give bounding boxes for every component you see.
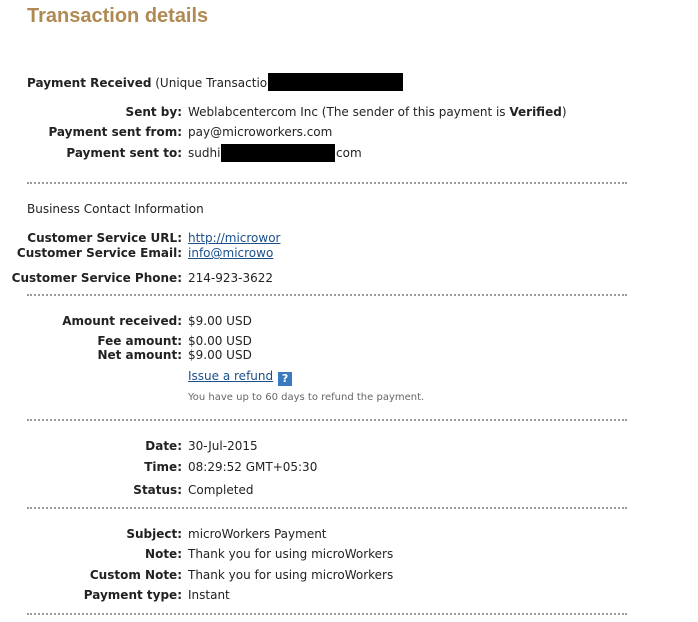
custom-note-label: Custom Note:: [89, 568, 182, 582]
sent-to-label: Payment sent to:: [66, 146, 182, 160]
redacted-email: [221, 144, 335, 162]
sent-to-suffix: com: [336, 146, 362, 160]
payment-received-label: Payment Received: [27, 76, 152, 90]
payment-type-value: Instant: [188, 588, 230, 602]
customer-service-email-link[interactable]: info@microwo: [188, 246, 273, 260]
divider: [27, 419, 627, 421]
customer-service-url-link[interactable]: http://microwor: [188, 231, 280, 245]
sent-from-value: pay@microworkers.com: [188, 125, 333, 139]
page-title: Transaction details: [27, 5, 209, 27]
payment-received-line: Payment Received (Unique Transaction ID: [27, 76, 291, 90]
verified-text: Verified: [509, 105, 562, 119]
refund-row: Issue a refund?: [188, 369, 293, 386]
sent-by-value: Weblabcentercom Inc (The sender of this …: [188, 105, 567, 119]
amount-received-label: Amount received:: [62, 314, 182, 328]
customer-service-phone-label: Customer Service Phone:: [11, 271, 182, 285]
net-amount-label: Net amount:: [97, 348, 182, 362]
time-label: Time:: [144, 460, 182, 474]
fee-amount-label: Fee amount:: [97, 334, 182, 348]
sent-by-close: ): [561, 105, 567, 119]
customer-service-email-label: Customer Service Email:: [16, 246, 182, 260]
refund-note: You have up to 60 days to refund the pay…: [188, 392, 425, 403]
date-value: 30-Jul-2015: [188, 439, 258, 453]
amount-received-value: $9.00 USD: [188, 314, 252, 328]
payment-type-label: Payment type:: [83, 588, 182, 602]
subject-label: Subject:: [126, 527, 182, 541]
net-amount-value: $9.00 USD: [188, 348, 252, 362]
divider: [27, 507, 627, 509]
issue-refund-link[interactable]: Issue a refund: [188, 369, 273, 383]
divider: [27, 613, 627, 615]
sent-to-prefix: sudhir: [188, 146, 226, 160]
sent-from-label: Payment sent from:: [48, 125, 182, 139]
help-icon[interactable]: ?: [278, 372, 293, 386]
divider: [27, 294, 627, 296]
time-value: 08:29:52 GMT+05:30: [188, 460, 318, 474]
sent-by-text: Weblabcentercom Inc (The sender of this …: [188, 105, 510, 119]
note-value: Thank you for using microWorkers: [188, 547, 394, 561]
divider: [27, 182, 627, 184]
business-contact-heading: Business Contact Information: [27, 202, 204, 216]
status-label: Status:: [133, 483, 182, 497]
customer-service-phone-value: 214-923-3622: [188, 271, 274, 285]
status-value: Completed: [188, 483, 254, 497]
customer-service-url-label: Customer Service URL:: [27, 231, 182, 245]
note-label: Note:: [145, 547, 182, 561]
sent-by-label: Sent by:: [125, 105, 182, 119]
subject-value: microWorkers Payment: [188, 527, 327, 541]
fee-amount-value: $0.00 USD: [188, 334, 252, 348]
custom-note-value: Thank you for using microWorkers: [188, 568, 394, 582]
redacted-transaction-id: [268, 73, 403, 91]
date-label: Date:: [145, 439, 182, 453]
